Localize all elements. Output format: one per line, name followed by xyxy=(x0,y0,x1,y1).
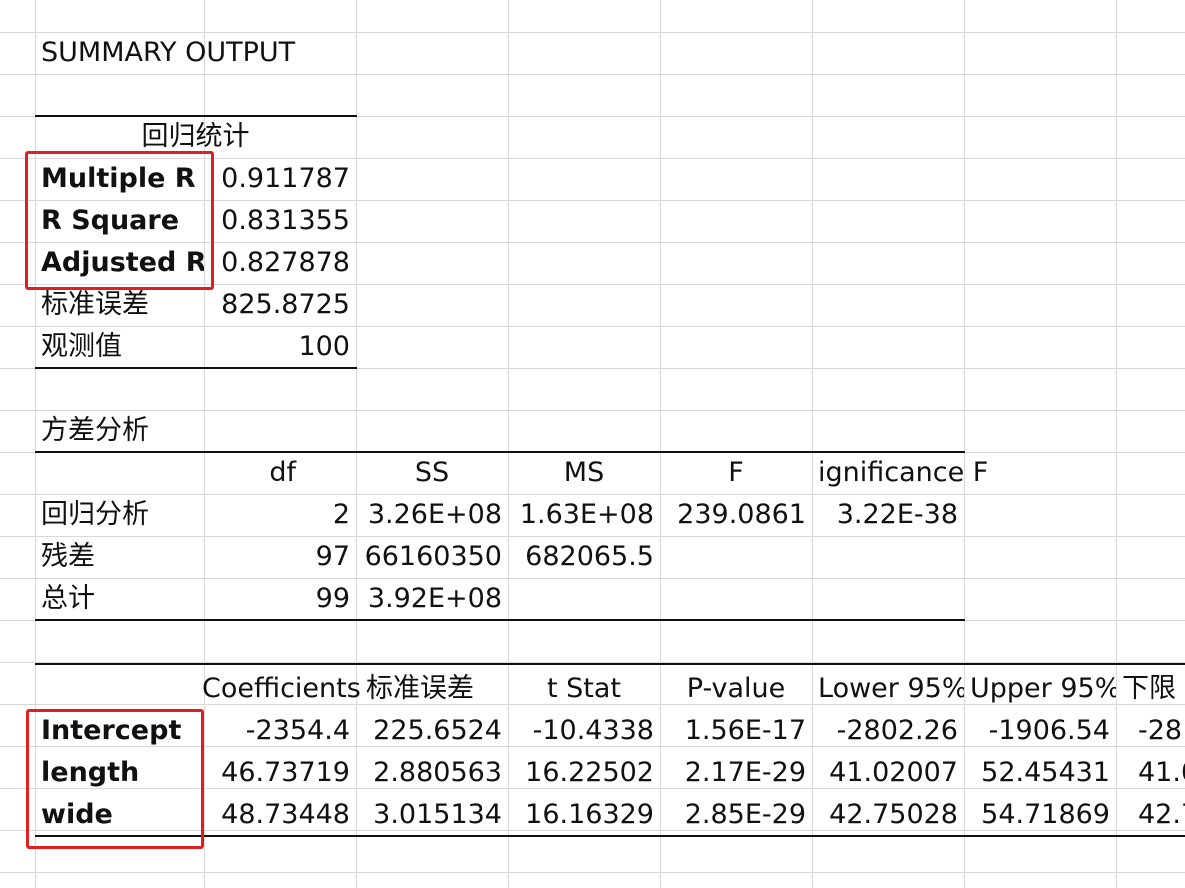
stat-label-observations[interactable]: 观测值 xyxy=(35,326,204,368)
anova-cell[interactable]: 3.92E+08 xyxy=(356,578,508,620)
coef-cell[interactable]: 41.02007 xyxy=(812,752,964,794)
anova-row-label-regression[interactable]: 回归分析 xyxy=(35,494,204,536)
anova-cell[interactable]: 97 xyxy=(204,536,356,578)
anova-header-f[interactable]: F xyxy=(660,452,812,494)
table-rule xyxy=(35,367,357,369)
anova-cell[interactable]: 1.63E+08 xyxy=(508,494,660,536)
coef-cell[interactable]: 1.56E-17 xyxy=(660,710,812,752)
coef-header-coefficients[interactable]: Coefficients xyxy=(196,668,360,710)
anova-header-significance-f[interactable]: ignificance F xyxy=(812,452,988,494)
table-rule xyxy=(35,835,1185,837)
coef-cell[interactable]: -1906.54 xyxy=(964,710,1116,752)
coef-header-upper-95[interactable]: Upper 95% xyxy=(964,668,1116,710)
coef-cell[interactable]: 3.015134 xyxy=(356,794,508,836)
coef-header-std-error[interactable]: 标准误差 xyxy=(360,668,508,710)
table-rule xyxy=(35,619,965,621)
stat-value-r-square[interactable]: 0.831355 xyxy=(204,200,356,242)
coef-cell[interactable]: -28 xyxy=(1116,710,1185,752)
anova-cell[interactable]: 3.26E+08 xyxy=(356,494,508,536)
coef-cell[interactable]: 2.85E-29 xyxy=(660,794,812,836)
anova-cell[interactable]: 3.22E-38 xyxy=(812,494,964,536)
coef-cell[interactable]: 2.880563 xyxy=(356,752,508,794)
stat-value-adjusted-r[interactable]: 0.827878 xyxy=(204,242,356,284)
coef-cell[interactable]: 48.73448 xyxy=(204,794,356,836)
table-rule xyxy=(35,663,1185,665)
coef-cell[interactable]: 54.71869 xyxy=(964,794,1116,836)
highlight-box-variables xyxy=(26,709,204,849)
highlight-box-fit-stats xyxy=(25,151,214,290)
coef-cell[interactable]: 16.22502 xyxy=(508,752,660,794)
anova-title[interactable]: 方差分析 xyxy=(35,410,204,452)
coef-header-p-value[interactable]: P-value xyxy=(660,668,812,710)
coef-cell[interactable]: -2354.4 xyxy=(204,710,356,752)
coef-cell[interactable]: -10.4338 xyxy=(508,710,660,752)
coef-cell[interactable]: 52.45431 xyxy=(964,752,1116,794)
anova-header-df[interactable]: df xyxy=(204,452,356,494)
anova-header-ss[interactable]: SS xyxy=(356,452,508,494)
summary-title[interactable]: SUMMARY OUTPUT xyxy=(35,32,435,74)
coef-cell[interactable]: 225.6524 xyxy=(356,710,508,752)
coef-cell[interactable]: -2802.26 xyxy=(812,710,964,752)
anova-cell[interactable]: 239.0861 xyxy=(660,494,812,536)
anova-row-label-residual[interactable]: 残差 xyxy=(35,536,204,578)
anova-cell[interactable]: 2 xyxy=(204,494,356,536)
coef-cell[interactable]: 42.75028 xyxy=(812,794,964,836)
anova-cell[interactable]: 99 xyxy=(204,578,356,620)
stat-value-observations[interactable]: 100 xyxy=(204,326,356,368)
stat-label-std-error[interactable]: 标准误差 xyxy=(35,284,204,326)
coef-cell[interactable]: 46.73719 xyxy=(204,752,356,794)
stat-value-std-error[interactable]: 825.8725 xyxy=(204,284,356,326)
stat-value-multiple-r[interactable]: 0.911787 xyxy=(204,158,356,200)
coef-header-lower-95[interactable]: Lower 95% xyxy=(812,668,964,710)
anova-cell[interactable]: 682065.5 xyxy=(508,536,660,578)
grid-row-line xyxy=(0,872,1185,873)
coef-cell[interactable]: 2.17E-29 xyxy=(660,752,812,794)
coef-cell[interactable]: 16.16329 xyxy=(508,794,660,836)
grid-row-line xyxy=(0,74,1185,75)
anova-header-ms[interactable]: MS xyxy=(508,452,660,494)
coef-cell[interactable]: 42.7 xyxy=(1116,794,1185,836)
anova-row-label-total[interactable]: 总计 xyxy=(35,578,204,620)
coef-header-t-stat[interactable]: t Stat xyxy=(508,668,660,710)
coef-header-lower-limit[interactable]: 下限 xyxy=(1116,668,1185,710)
coef-cell[interactable]: 41.0 xyxy=(1116,752,1185,794)
anova-cell[interactable]: 66160350 xyxy=(356,536,508,578)
